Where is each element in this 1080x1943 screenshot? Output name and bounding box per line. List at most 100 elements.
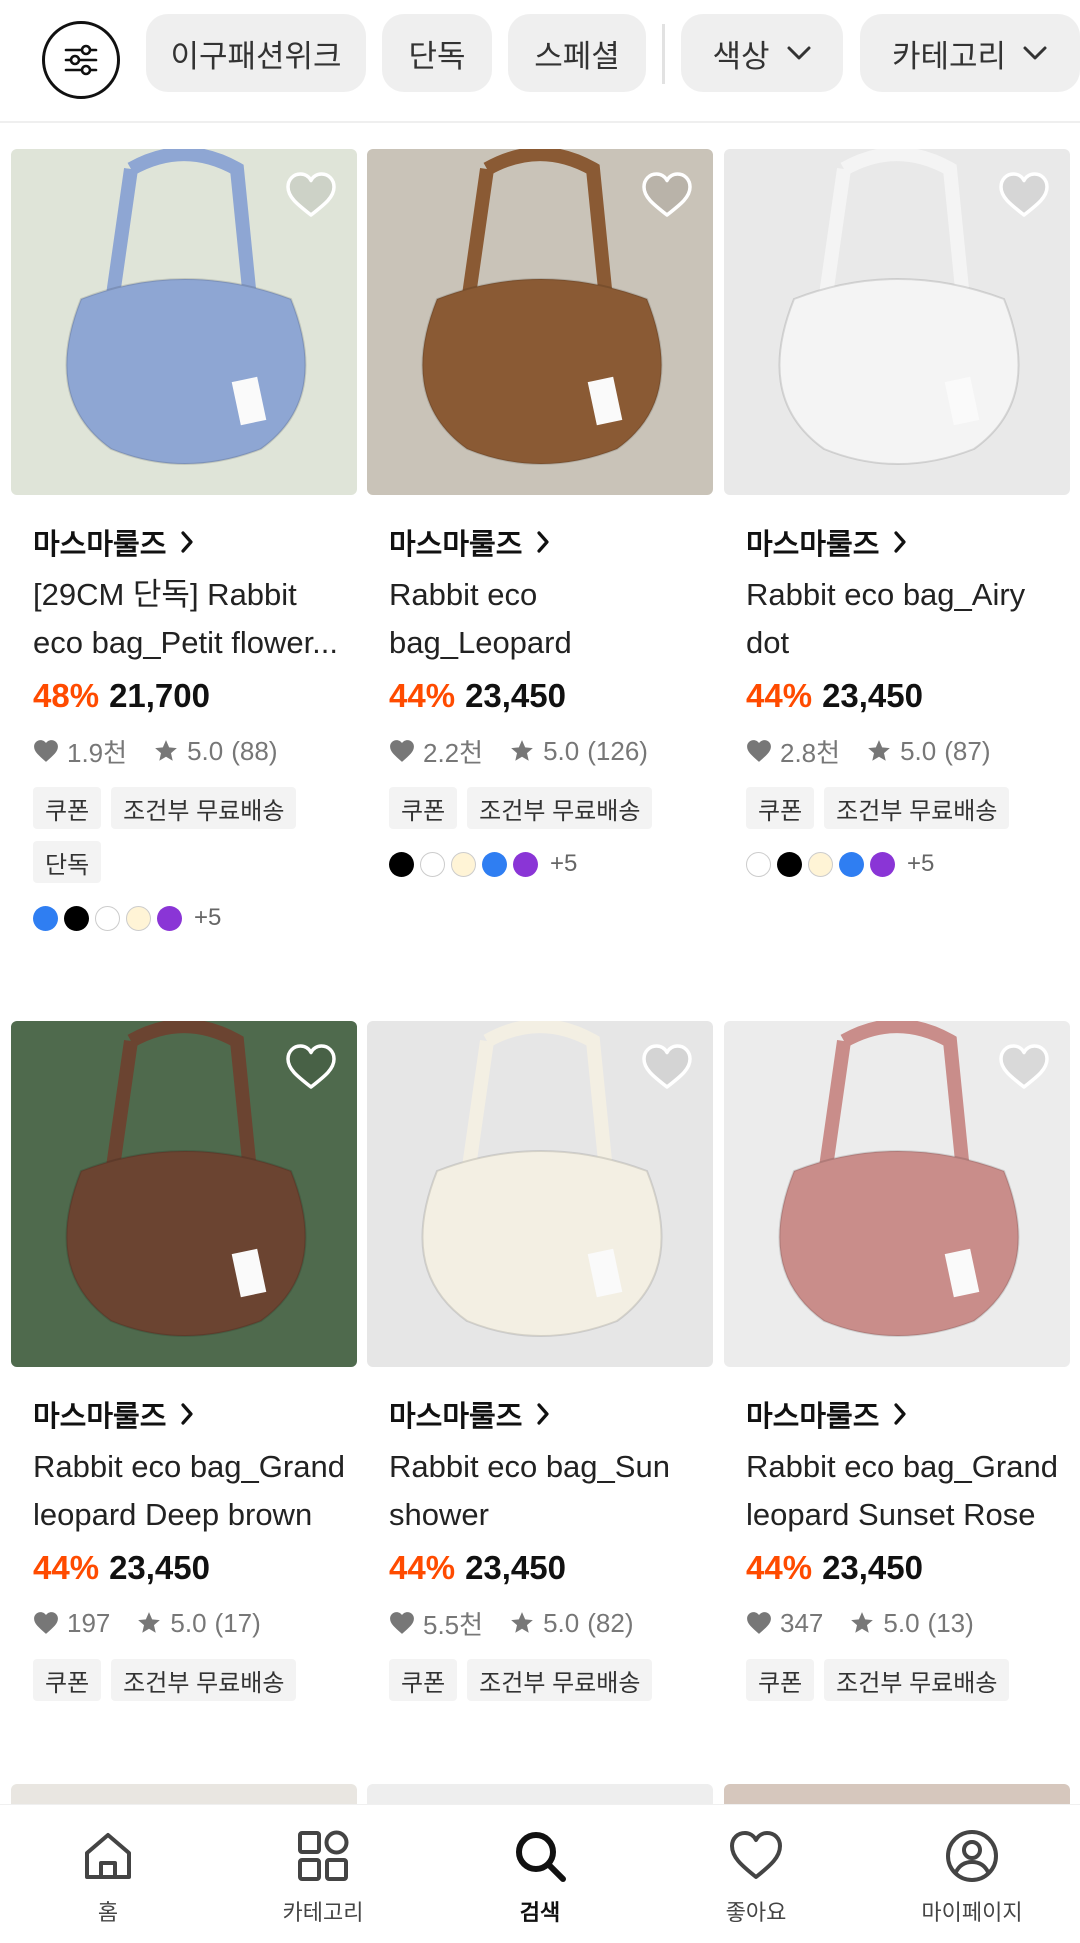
heart-icon [34,1612,58,1634]
product-card[interactable]: 마스마룰즈 Rabbit eco bag_Leopard 44% 23,450 2.2천… [367,149,713,877]
color-swatch [513,851,538,877]
product-thumbnail[interactable] [724,149,1070,495]
brand-link[interactable]: 마스마룰즈 [389,523,713,561]
product-name[interactable]: Rabbit eco bag_Grand leopard Sunset Rose [746,1443,1066,1539]
product-tags: 쿠폰 조건부 무료배송 [33,1659,363,1701]
chip-color-dropdown[interactable]: 색상 [681,14,843,92]
nav-search[interactable]: 검색 [465,1827,615,1927]
product-name[interactable]: Rabbit eco bag_Grand leopard Deep brown [33,1443,353,1539]
brand-link[interactable]: 마스마룰즈 [746,523,1070,561]
chevron-down-icon [787,46,811,60]
sale-price: 21,700 [109,677,210,714]
chip-label: 카테고리 [891,38,1007,74]
product-tag: 쿠폰 [33,1659,102,1701]
color-swatches: +5 [746,850,1070,877]
rating: 5.0 [543,1607,580,1638]
heart-icon [747,740,771,762]
product-name[interactable]: [29CM 단독] Rabbit eco bag_Petit flower... [33,571,353,667]
chip-fashion-week[interactable]: 이구패션위크 [146,14,366,92]
product-name[interactable]: Rabbit eco bag_Airy dot [746,571,1066,667]
price-row: 48% 21,700 [33,671,357,721]
brand-name: 마스마룰즈 [746,529,880,561]
heart-icon [34,740,58,762]
brand-link[interactable]: 마스마룰즈 [746,1395,1070,1433]
star-icon [868,740,890,761]
chip-label: 단독 [408,38,466,74]
product-name[interactable]: Rabbit eco bag_Sun shower [389,1443,709,1539]
product-thumbnail[interactable] [367,1021,713,1367]
star-icon [511,740,533,761]
product-stats: 1.9천 5.0 (88) [33,731,357,771]
price-row: 44% 23,450 [33,1543,357,1593]
discount-rate: 48% [33,677,100,714]
color-swatch [420,851,445,877]
rating: 5.0 [170,1607,207,1638]
color-swatches: +5 [33,904,357,931]
color-swatch [746,851,771,877]
review-count: (17) [214,1607,261,1638]
sliders-icon [64,44,98,76]
chip-label: 이구패션위크 [170,38,342,74]
nav-mypage[interactable]: 마이페이지 [897,1827,1047,1927]
like-count: 1.9천 [67,737,128,768]
chip-label: 색상 [712,38,770,74]
wishlist-heart-icon[interactable] [998,1043,1050,1091]
product-thumbnail[interactable] [11,149,357,495]
heart-icon [390,740,414,762]
product-card[interactable]: 마스마룰즈 Rabbit eco bag_Sun shower 44% 23,450 5… [367,1021,713,1701]
star-icon [851,1612,874,1633]
color-swatch [482,851,507,877]
brand-name: 마스마룰즈 [33,529,167,561]
nav-label: 좋아요 [725,1900,787,1925]
product-thumbnail[interactable] [724,1021,1070,1367]
chip-divider [662,24,665,84]
product-stats: 5.5천 5.0 (82) [389,1603,713,1643]
color-swatch [870,851,895,877]
product-card[interactable]: 마스마룰즈 Rabbit eco bag_Grand leopard Deep b… [11,1021,357,1701]
nav-likes[interactable]: 좋아요 [681,1827,831,1927]
nav-home[interactable]: 홈 [33,1827,183,1927]
chevron-down-icon [1023,46,1047,60]
color-swatch [33,905,58,931]
product-tag: 조건부 무료배송 [467,1659,653,1701]
nav-label: 마이페이지 [921,1900,1023,1925]
star-icon [138,1612,161,1633]
wishlist-heart-icon[interactable] [641,1043,693,1091]
color-swatch [451,851,476,877]
rating: 5.0 [187,735,224,766]
color-swatch [95,905,120,931]
chip-exclusive[interactable]: 단독 [382,14,492,92]
brand-link[interactable]: 마스마룰즈 [389,1395,713,1433]
wishlist-heart-icon[interactable] [285,1043,337,1091]
product-thumbnail[interactable] [11,1021,357,1367]
like-count: 2.2천 [423,737,484,768]
color-swatches: +5 [389,850,713,877]
product-card[interactable]: 마스마룰즈 Rabbit eco bag_Grand leopard Sunset… [724,1021,1070,1701]
product-card[interactable]: 마스마룰즈 Rabbit eco bag_Airy dot 44% 23,450 2.8… [724,149,1070,877]
like-count: 347 [780,1607,824,1638]
product-tag: 쿠폰 [33,787,102,829]
chip-special[interactable]: 스페셜 [508,14,646,92]
wishlist-heart-icon[interactable] [998,171,1050,219]
like-count: 5.5천 [423,1609,484,1640]
product-tag: 쿠폰 [389,1659,458,1701]
product-tags: 쿠폰 조건부 무료배송 [389,787,719,829]
product-card[interactable]: 마스마룰즈 [29CM 단독] Rabbit eco bag_Petit flow… [11,149,357,931]
chevron-right-icon [894,531,907,553]
chip-category-dropdown[interactable]: 카테고리 [860,14,1080,92]
wishlist-heart-icon[interactable] [285,171,337,219]
wishlist-heart-icon[interactable] [641,171,693,219]
product-tag: 조건부 무료배송 [824,1659,1010,1701]
filter-settings-button[interactable] [42,21,120,99]
brand-link[interactable]: 마스마룰즈 [33,1395,357,1433]
nav-category[interactable]: 카테고리 [248,1827,398,1927]
product-thumbnail[interactable] [367,149,713,495]
product-tag: 쿠폰 [746,787,815,829]
product-name[interactable]: Rabbit eco bag_Leopard [389,571,709,667]
product-tag: 조건부 무료배송 [111,787,297,829]
brand-link[interactable]: 마스마룰즈 [33,523,357,561]
review-count: (87) [944,735,991,766]
price-row: 44% 23,450 [746,671,1070,721]
more-colors-count: +5 [907,850,935,877]
brand-name: 마스마룰즈 [389,1401,523,1433]
